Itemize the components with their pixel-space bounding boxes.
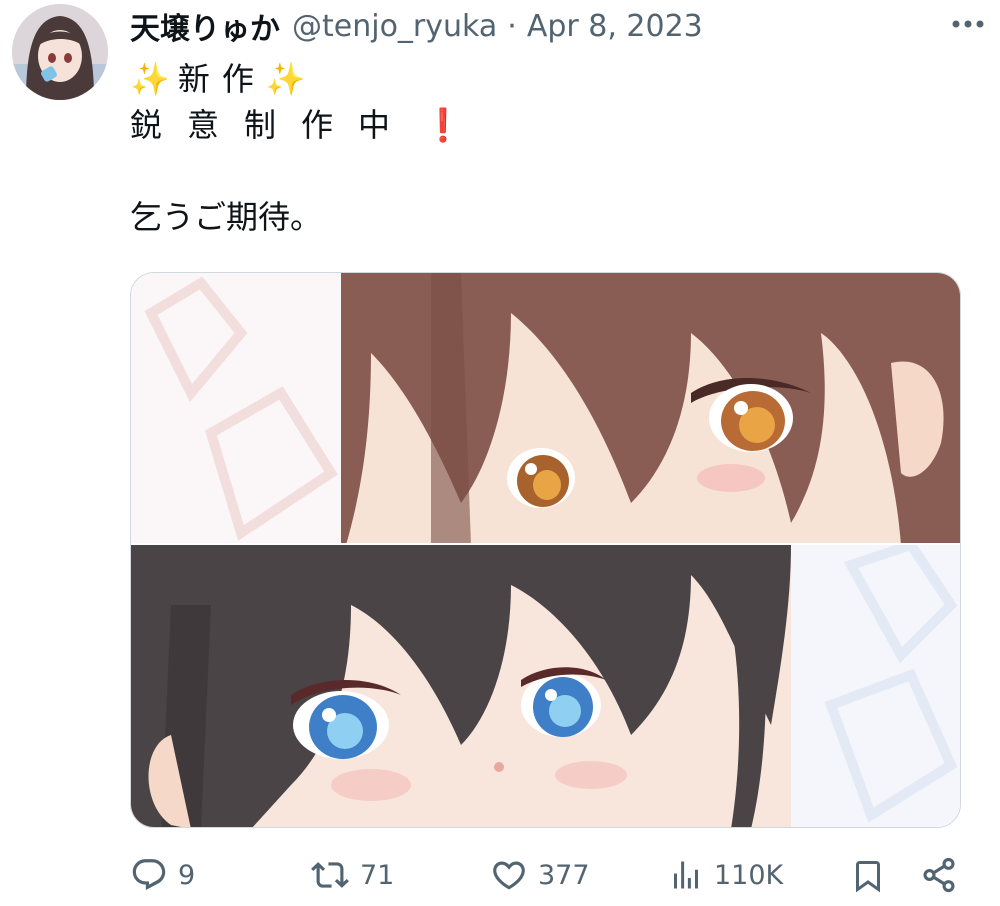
reply-button[interactable]: 9 [130, 856, 195, 894]
author-display-name[interactable]: 天壌りゅか [130, 4, 280, 48]
sparkles-emoji-left: ✨ [130, 60, 170, 98]
tweet-header: 天壌りゅか @tenjo_ryuka · Apr 8, 2023 [130, 4, 980, 48]
header-separator: · [507, 8, 517, 44]
views-chart-icon [674, 861, 698, 889]
retweet-icon [311, 862, 349, 888]
bookmark-button[interactable] [850, 856, 886, 896]
share-icon [923, 857, 955, 893]
media-image-2[interactable] [131, 539, 960, 827]
more-icon [952, 20, 984, 28]
more-options-button[interactable] [950, 12, 986, 40]
tweet-actions: 9 71 377 110K [130, 856, 960, 906]
views-button[interactable]: 110K [668, 856, 783, 894]
author-handle[interactable]: @tenjo_ryuka [292, 9, 497, 44]
views-count: 110K [714, 859, 784, 891]
tweet-line-2-char: 作 [301, 106, 334, 144]
like-count: 377 [538, 859, 590, 891]
tweet-line-3-text: 乞うご期待。 [130, 198, 323, 236]
anime-eyes-black-hair-blue-eyes-image [131, 539, 960, 827]
retweet-count: 71 [360, 859, 395, 891]
like-button[interactable]: 377 [490, 856, 590, 894]
tweet-media[interactable] [130, 272, 961, 828]
reply-count: 9 [178, 859, 196, 891]
bookmark-icon [856, 861, 880, 893]
tweet-line-2-char: 制 [244, 106, 277, 144]
sparkles-emoji-right: ✨ [265, 60, 306, 98]
tweet-line-2-char: 意 [187, 106, 220, 144]
tweet-line-2-char: 中 [358, 106, 391, 144]
anime-eyes-brown-hair-image [131, 273, 960, 545]
tweet-line-1-text: 新作 [177, 60, 266, 98]
retweet-button[interactable]: 71 [310, 856, 394, 894]
tweet-line-1: ✨ 新作 ✨ [130, 56, 960, 102]
avatar-image [12, 4, 108, 100]
tweet-line-2: 鋭 意 制 作 中 ❗ [130, 102, 960, 148]
tweet-date[interactable]: Apr 8, 2023 [527, 9, 703, 44]
tweet-line-3: 乞うご期待。 [130, 194, 960, 240]
media-image-1[interactable] [131, 273, 960, 545]
share-button[interactable] [920, 856, 958, 894]
avatar[interactable] [12, 4, 108, 100]
exclamation-emoji: ❗ [423, 106, 463, 144]
reply-icon [132, 859, 166, 891]
heart-icon [493, 861, 525, 890]
tweet-text: ✨ 新作 ✨ 鋭 意 制 作 中 ❗ 乞うご期待。 [130, 56, 960, 240]
tweet-line-2-char: 鋭 [130, 106, 163, 144]
